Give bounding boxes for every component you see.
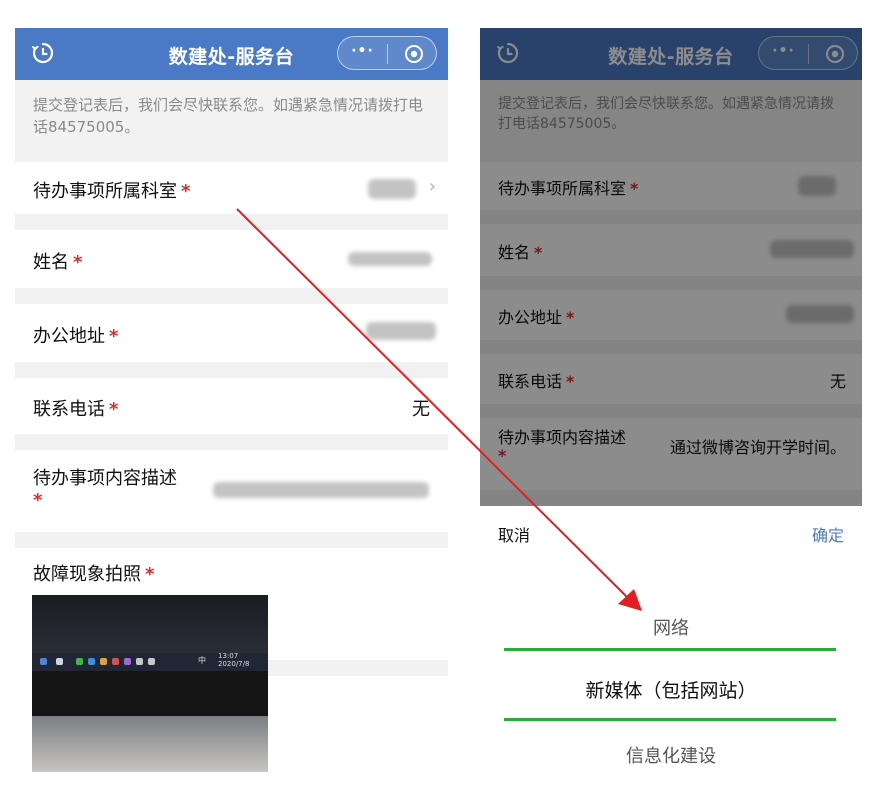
annotation-arrow bbox=[236, 208, 642, 611]
arrow-line bbox=[236, 208, 631, 601]
